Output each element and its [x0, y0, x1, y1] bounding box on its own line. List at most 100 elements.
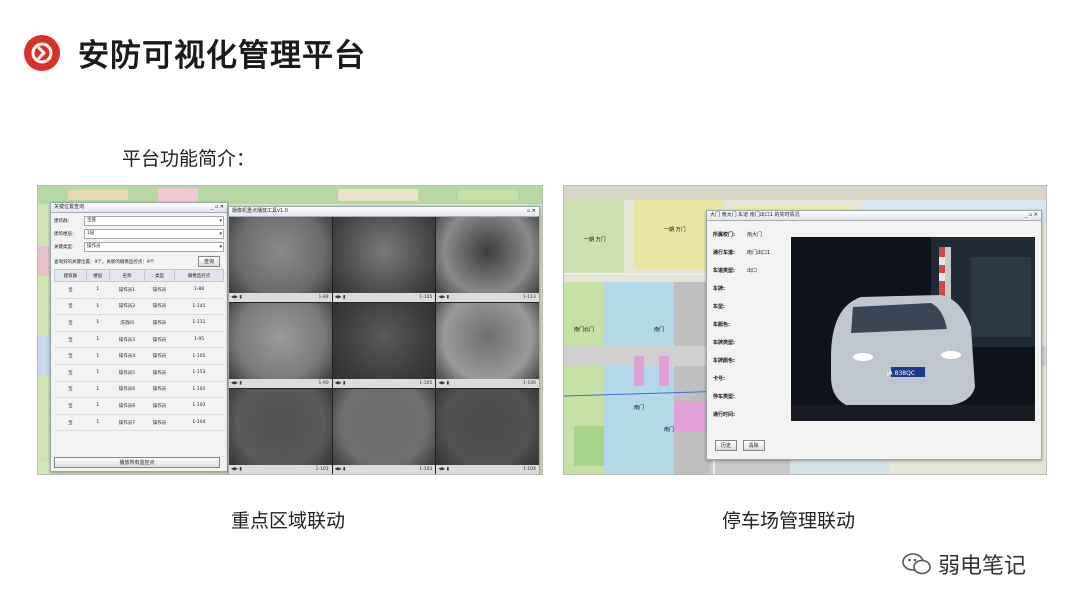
table-cell: 1 — [86, 364, 110, 382]
vehicle-info-row: 车牌: — [707, 279, 791, 297]
info-label: 所属校门: — [713, 231, 735, 238]
close-icon[interactable]: ▫ ✕ — [527, 207, 536, 216]
table-cell: 1 — [86, 314, 110, 332]
footer-bar: 播放所有监控点 — [54, 457, 224, 468]
camera-control-bar: ◀▶ ▮ 1-106 — [436, 379, 539, 388]
table-cell: 1 — [86, 397, 110, 415]
table-row[interactable]: 宝 1 操作员5 操作员 1-153 — [54, 364, 224, 382]
column-header[interactable]: 楼层 — [85, 269, 110, 282]
field-label: 建筑楼层： — [54, 232, 77, 237]
table-cell: 宝 — [54, 281, 87, 299]
playback-controls-icon[interactable]: ◀▶ ▮ — [335, 295, 346, 300]
table-cell: 洗消间 — [109, 314, 145, 332]
playback-controls-icon[interactable]: ◀▶ ▮ — [231, 381, 242, 386]
table-row[interactable]: 宝 1 操作员6 操作员 1-103 — [54, 397, 224, 415]
table-cell: 操作员 — [144, 364, 175, 382]
camera-id-label: 1-105 — [419, 295, 433, 300]
table-cell: 操作员 — [144, 331, 175, 349]
building-floor-select[interactable]: 1层 — [84, 229, 224, 239]
info-value: 南大门 — [747, 231, 763, 238]
close-icon[interactable]: _ ▫ ✕ — [211, 203, 224, 212]
search-window-title: 关键位置查询 — [54, 204, 85, 210]
video-playback-window: 摄像机重点播放工具v1.0 ▫ ✕ ◀▶ ▮ 1-88 ◀▶ ▮ 1-105 ◀▶ ▮ 1… — [228, 206, 540, 474]
building-floor-field: 建筑楼层： 1层 — [54, 229, 224, 239]
camera-id-label: 1-88 — [318, 295, 329, 300]
playback-controls-icon[interactable]: ◀▶ ▮ — [231, 295, 242, 300]
table-row[interactable]: 宝 1 操作员2 操作员 1-145 — [54, 298, 224, 316]
table-cell: 操作员1 — [109, 281, 145, 299]
playback-controls-icon[interactable]: ◀▶ ▮ — [438, 295, 449, 300]
camera-control-bar: ◀▶ ▮ 1-104 — [436, 465, 539, 474]
vehicle-info-row: 通行时间: — [707, 405, 791, 423]
field-label: 关键类型： — [54, 245, 77, 250]
column-header[interactable]: 名称 — [108, 269, 146, 282]
camera-id-label: 1-90 — [318, 381, 329, 386]
table-cell: 宝 — [54, 347, 87, 365]
building-group-field: 建筑群： 宝座 — [54, 216, 224, 226]
building-group-select[interactable]: 宝座 — [84, 216, 224, 226]
info-label: 通行时间: — [713, 411, 735, 418]
camera-feed[interactable]: ◀▶ ▮ 1-88 — [229, 217, 332, 302]
map-label: 南门 — [654, 327, 665, 333]
camera-feed[interactable]: ◀▶ ▮ 1-105 — [332, 303, 436, 388]
table-cell: 操作员 — [144, 397, 175, 415]
vehicle-info-row: 通行车道: 南门出口1 — [707, 243, 791, 261]
video-window-titlebar: 摄像机重点播放工具v1.0 ▫ ✕ — [229, 207, 539, 217]
playback-controls-icon[interactable]: ◀▶ ▮ — [231, 467, 242, 472]
vehicle-info-list: 所属校门: 南大门 通行车道: 南门出口1 车道类型: 出口 车牌: 车型: 车颜色: 车牌类型:… — [707, 225, 791, 423]
info-value: 出口 — [747, 267, 758, 274]
search-button[interactable]: 查询 — [197, 256, 220, 267]
table-row[interactable]: 宝 1 操作员4 操作员 1-105 — [54, 347, 224, 365]
page-header: 安防可视化管理平台 — [24, 30, 366, 75]
playback-controls-icon[interactable]: ◀▶ ▮ — [438, 381, 449, 386]
camera-feed[interactable]: ◀▶ ▮ 1-101 — [229, 389, 332, 474]
table-cell: 1 — [86, 331, 110, 349]
camera-grid: ◀▶ ▮ 1-88 ◀▶ ▮ 1-105 ◀▶ ▮ 1-113 ◀▶ ▮ 1-90 ◀▶ ▮ 1-… — [229, 217, 539, 474]
result-count-text: 查询到的关键位置：9个，关联的摄像监控点：9个 — [54, 259, 155, 265]
column-header[interactable]: 建筑群 — [54, 269, 87, 282]
camera-feed[interactable]: ◀▶ ▮ 1-104 — [436, 389, 539, 474]
table-cell: 操作员2 — [109, 298, 145, 316]
table-cell: 宝 — [54, 397, 87, 415]
camera-feed[interactable]: ◀▶ ▮ 1-113 — [436, 217, 539, 302]
history-button[interactable]: 历史 — [715, 440, 738, 451]
info-label: 车牌颜色: — [713, 357, 735, 364]
column-header[interactable]: 摄像监控点 — [173, 269, 225, 282]
table-cell: 操作员 — [144, 298, 175, 316]
camera-feed[interactable]: ◀▶ ▮ 1-106 — [436, 303, 539, 388]
table-cell: 操作员 — [144, 381, 175, 399]
section-subtitle: 平台功能简介： — [122, 148, 256, 170]
info-label: 车道类型: — [713, 267, 735, 274]
key-area-linkage-screenshot: 关键位置查询 _ ▫ ✕ 建筑群： 宝座 建筑楼层： 1层 关键类型： 操作员 … — [37, 185, 543, 475]
result-table: 建筑群 楼层 名称 类型 摄像监控点 宝 1 操作员1 操作员 1-88 宝 1 操作员2 操作… — [54, 269, 225, 432]
info-label: 车型: — [713, 303, 725, 310]
camera-feed[interactable]: ◀▶ ▮ 1-90 — [229, 303, 332, 388]
playback-controls-icon[interactable]: ◀▶ ▮ — [335, 467, 346, 472]
vehicle-info-row: 车颜色: — [707, 315, 791, 333]
clear-button[interactable]: 清除 — [742, 440, 765, 451]
playback-controls-icon[interactable]: ◀▶ ▮ — [335, 381, 346, 386]
watermark: 弱电笔记 — [902, 548, 1026, 580]
playback-controls-icon[interactable]: ◀▶ ▮ — [438, 467, 449, 472]
table-row[interactable]: 宝 1 操作员6 操作员 1-101 — [54, 381, 224, 399]
table-row[interactable]: 宝 1 操作员3 操作员 1-95 — [54, 331, 224, 349]
vehicle-info-row: 停车类型: — [707, 387, 791, 405]
table-row[interactable]: 宝 1 操作员1 操作员 1-88 — [54, 281, 224, 299]
table-row[interactable]: 宝 1 操作员7 操作员 1-104 — [54, 414, 224, 432]
camera-id-label: 1-103 — [419, 467, 433, 472]
play-all-button[interactable]: 播放所有监控点 — [54, 457, 220, 468]
vehicle-info-row: 卡号: — [707, 369, 791, 387]
table-cell: 1 — [86, 281, 110, 299]
key-type-select[interactable]: 操作员 — [84, 242, 224, 252]
table-cell: 1-88 — [174, 281, 224, 299]
table-cell: 宝 — [54, 298, 87, 316]
camera-id-label: 1-104 — [522, 467, 536, 472]
vehicle-info-row: 所属校门: 南大门 — [707, 225, 791, 243]
camera-feed[interactable]: ◀▶ ▮ 1-103 — [332, 389, 436, 474]
close-icon[interactable]: _ ▫ ✕ — [1025, 211, 1038, 220]
camera-feed[interactable]: ◀▶ ▮ 1-105 — [332, 217, 436, 302]
table-row[interactable]: 宝 1 洗消间 操作员 1-111 — [54, 314, 224, 332]
camera-control-bar: ◀▶ ▮ 1-105 — [332, 379, 436, 388]
column-header[interactable]: 类型 — [144, 269, 175, 282]
vehicle-info-row: 车道类型: 出口 — [707, 261, 791, 279]
